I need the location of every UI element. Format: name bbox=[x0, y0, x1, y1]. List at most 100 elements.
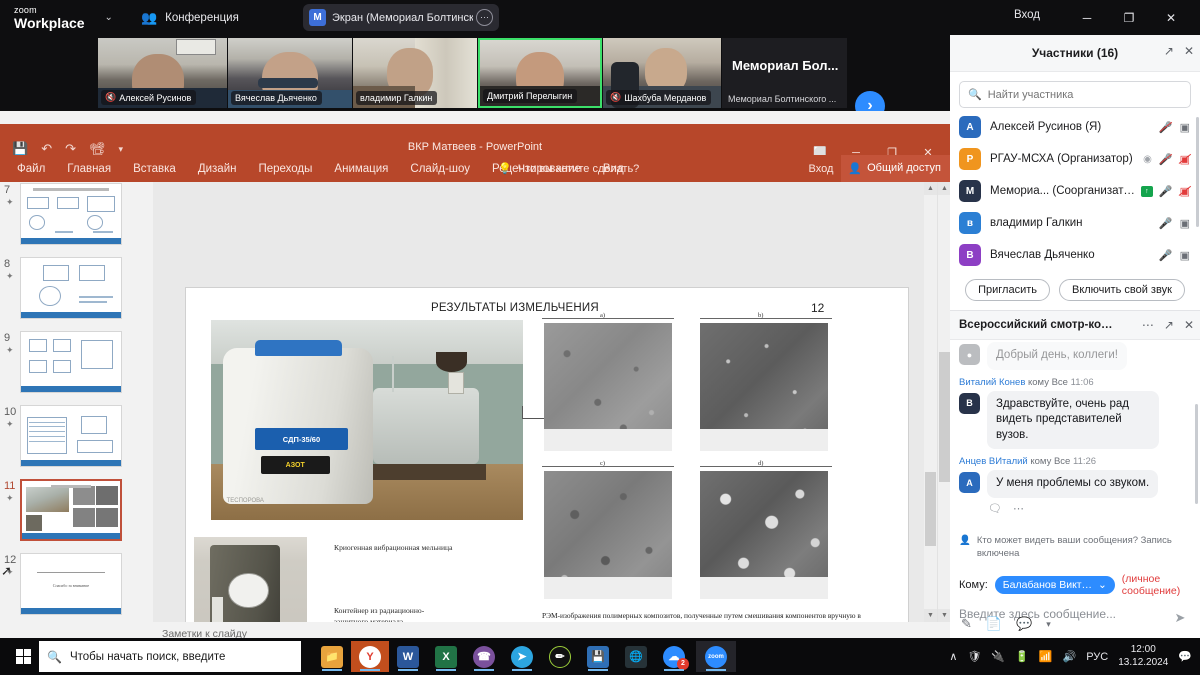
search-input[interactable] bbox=[987, 88, 1182, 101]
slide-thumbnail-preview[interactable] bbox=[20, 479, 122, 541]
minimize-icon[interactable]: ─ bbox=[1066, 0, 1108, 35]
participant-row[interactable]: M Мемориа... (Соорганизатор) ↑ 🎤 ▣ bbox=[950, 175, 1200, 207]
slide-thumbnail-item-current[interactable]: 11 ✦ bbox=[0, 478, 152, 552]
share-button[interactable]: 👤 Общий доступ bbox=[841, 155, 950, 182]
more-options-icon[interactable]: ⋯ bbox=[476, 9, 493, 26]
tab-insert[interactable]: Вставка bbox=[122, 155, 187, 182]
shield-warning-icon[interactable]: 🛡 bbox=[967, 650, 981, 663]
slide-thumbnail-preview[interactable] bbox=[20, 257, 122, 319]
thumbnail-scrollbar[interactable]: ▲ ▼ bbox=[937, 182, 951, 622]
slide-thumbnail-preview[interactable] bbox=[20, 183, 122, 245]
participant-row[interactable]: А Алексей Русинов (Я) 🎤 ▣ bbox=[950, 111, 1200, 143]
participant-list[interactable]: А Алексей Русинов (Я) 🎤 ▣ Р РГАУ-МСХА (О… bbox=[950, 111, 1200, 273]
tab-file[interactable]: Файл bbox=[6, 155, 56, 182]
chevron-down-icon[interactable]: ⌄ bbox=[105, 12, 113, 23]
file-icon[interactable]: 📄 bbox=[986, 616, 1002, 632]
close-icon[interactable]: ✕ bbox=[1184, 318, 1194, 332]
clock[interactable]: 12:00 13.12.2024 bbox=[1118, 644, 1168, 669]
video-tile[interactable]: владимир Галкин bbox=[353, 38, 477, 108]
camera-off-icon[interactable]: ▣ bbox=[1178, 185, 1192, 198]
tab-design[interactable]: Дизайн bbox=[187, 155, 248, 182]
slide-thumbnail-item[interactable]: 12 ✦ Спасибо за внимание bbox=[0, 552, 152, 622]
camera-on-icon[interactable]: ▣ bbox=[1180, 249, 1190, 262]
reply-icon[interactable]: 🗨 bbox=[988, 502, 1002, 515]
canvas-scrollbar[interactable]: ▲ ▼ bbox=[924, 182, 937, 622]
video-tile[interactable]: 🔇 Шахбуба Мерданов bbox=[603, 38, 721, 108]
send-icon[interactable]: ➤ bbox=[1170, 608, 1190, 628]
sticker-icon[interactable]: 💬 bbox=[1016, 616, 1032, 632]
more-options-icon[interactable]: ⋯ bbox=[1142, 318, 1154, 332]
taskbar-app-globe[interactable]: 🌐 bbox=[617, 641, 655, 672]
usb-icon[interactable]: 🔌 bbox=[991, 650, 1005, 663]
tell-me-search[interactable]: 💡 Что вы хотите сделать? bbox=[498, 155, 639, 182]
battery-icon[interactable]: 🔋 bbox=[1015, 650, 1029, 663]
mic-on-icon[interactable]: 🎤 bbox=[1159, 249, 1173, 262]
tab-slideshow[interactable]: Слайд-шоу bbox=[399, 155, 481, 182]
zoom-login-link[interactable]: Вход bbox=[1014, 9, 1040, 21]
mic-on-icon[interactable]: 🎤 bbox=[1159, 185, 1173, 198]
taskbar-app-excel[interactable]: X bbox=[427, 641, 465, 672]
participant-search[interactable]: 🔍 bbox=[959, 81, 1191, 108]
chat-author[interactable]: Виталий Конев bbox=[959, 377, 1025, 388]
volume-icon[interactable]: 🔊 bbox=[1063, 650, 1077, 663]
tab-home[interactable]: Главная bbox=[56, 155, 122, 182]
notification-icon[interactable]: 💬 bbox=[1178, 650, 1192, 663]
video-tile[interactable]: Вячеслав Дьяченко bbox=[228, 38, 352, 108]
taskbar-app-floppy[interactable]: 💾 bbox=[579, 641, 617, 672]
camera-on-icon[interactable]: ▣ bbox=[1180, 217, 1190, 230]
scroll-up-icon[interactable]: ▲ bbox=[924, 182, 937, 195]
chevron-down-icon[interactable]: ▾ bbox=[1046, 619, 1051, 630]
chat-privacy-note[interactable]: 👤 Кто может видеть ваши сообщения? Запис… bbox=[950, 532, 1200, 566]
more-options-icon[interactable]: ⋯ bbox=[1013, 502, 1024, 515]
format-icon[interactable]: ✎ bbox=[961, 616, 972, 632]
wifi-icon[interactable]: 📶 bbox=[1039, 650, 1053, 663]
chat-scrollbar[interactable] bbox=[1195, 404, 1198, 504]
mic-muted-icon[interactable]: 🎤 bbox=[1159, 153, 1173, 166]
current-slide[interactable]: РЕЗУЛЬТАТЫ ИЗМЕЛЬЧЕНИЯ 12 СДП-35/60 АЗОТ… bbox=[185, 287, 909, 675]
chat-recipient-selector[interactable]: Балабанов Виктор ... ⌄ bbox=[994, 575, 1115, 594]
taskbar-app-yandex[interactable]: Y bbox=[351, 641, 389, 672]
video-tile-active[interactable]: Дмитрий Перелыгин bbox=[478, 38, 602, 108]
mic-muted-icon[interactable]: 🎤 bbox=[1159, 121, 1173, 134]
slide-thumbnail-item[interactable]: 7 ✦ bbox=[0, 182, 152, 256]
taskbar-app-antivirus[interactable]: ✏ bbox=[541, 641, 579, 672]
participant-row[interactable]: в владимир Галкин 🎤 ▣ bbox=[950, 207, 1200, 239]
camera-on-icon[interactable]: ▣ bbox=[1180, 121, 1190, 134]
slide-thumbnail-preview[interactable] bbox=[20, 405, 122, 467]
participant-list-scrollbar[interactable] bbox=[1196, 117, 1199, 227]
scroll-down-icon[interactable]: ▼ bbox=[924, 609, 937, 622]
video-tile-memorial[interactable]: Мемориал Бол... Мемориал Болтинского ... bbox=[722, 38, 847, 108]
close-icon[interactable]: ✕ bbox=[1150, 0, 1192, 35]
slide-thumbnail-item[interactable]: 8 ✦ bbox=[0, 256, 152, 330]
taskbar-app-word[interactable]: W bbox=[389, 641, 427, 672]
camera-off-icon[interactable]: ▣ bbox=[1178, 153, 1192, 166]
mic-on-icon[interactable]: 🎤 bbox=[1159, 217, 1173, 230]
slide-thumbnail-preview[interactable]: Спасибо за внимание bbox=[20, 553, 122, 615]
slide-thumbnail-item[interactable]: 9 ✦ bbox=[0, 330, 152, 404]
taskbar-app-messenger[interactable]: ☁ 2 bbox=[655, 641, 693, 672]
taskbar-app-zoom[interactable]: zoom bbox=[696, 641, 736, 672]
close-icon[interactable]: ✕ bbox=[1184, 44, 1194, 58]
video-tile[interactable]: 🔇 Алексей Русинов bbox=[98, 38, 227, 108]
language-indicator[interactable]: РУС bbox=[1086, 651, 1108, 663]
slide-thumbnail-pane[interactable]: 7 ✦ 8 ✦ 9 ✦ 10 ✦ 11 ✦ 12 ✦ Спасибо за вн… bbox=[0, 182, 152, 622]
chevron-up-icon[interactable]: ∧ bbox=[949, 650, 957, 663]
invite-button[interactable]: Пригласить bbox=[965, 279, 1050, 301]
maximize-icon[interactable]: ❐ bbox=[1108, 0, 1150, 35]
participant-row[interactable]: В Вячеслав Дьяченко 🎤 ▣ bbox=[950, 239, 1200, 271]
tab-transitions[interactable]: Переходы bbox=[247, 155, 323, 182]
popout-icon[interactable]: ↗ bbox=[1164, 318, 1174, 332]
office-login-link[interactable]: Вход bbox=[809, 163, 834, 175]
slide-thumbnail-item[interactable]: 10 ✦ bbox=[0, 404, 152, 478]
unmute-button[interactable]: Включить свой звук bbox=[1058, 279, 1185, 301]
taskbar-search[interactable]: 🔍 Чтобы начать поиск, введите bbox=[39, 641, 301, 672]
scrollbar-thumb[interactable] bbox=[925, 472, 936, 546]
conference-tab[interactable]: 👥 Конференция bbox=[141, 10, 239, 26]
participant-row[interactable]: Р РГАУ-МСХА (Организатор) ◉ 🎤 ▣ bbox=[950, 143, 1200, 175]
tab-animation[interactable]: Анимация bbox=[323, 155, 399, 182]
taskbar-app-file-explorer[interactable]: 📁 bbox=[313, 641, 351, 672]
scrollbar-thumb[interactable] bbox=[939, 352, 950, 482]
chat-message-list[interactable]: ● Добрый день, коллеги! Виталий Конев ко… bbox=[950, 340, 1200, 532]
shared-screen-chip[interactable]: M Экран (Мемориал Болтинского ⋯ bbox=[303, 4, 499, 31]
taskbar-app-viber[interactable]: ☎ bbox=[465, 641, 503, 672]
